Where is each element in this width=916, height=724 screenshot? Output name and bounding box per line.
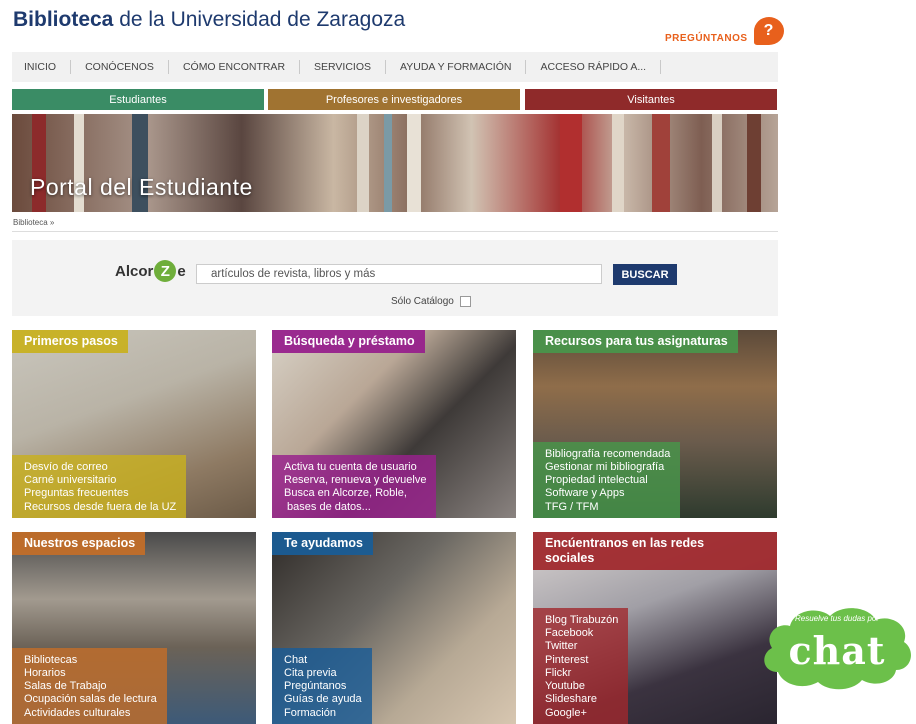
ask-label: PREGÚNTANOS — [665, 32, 748, 44]
card-title[interactable]: Nuestros espacios — [12, 532, 146, 555]
card-link[interactable]: Guías de ayuda — [284, 693, 362, 706]
card-title-line: sociales — [545, 551, 595, 565]
card-link[interactable]: Youtube — [545, 680, 618, 693]
card-link[interactable]: Google+ — [545, 707, 618, 720]
nav-item-conocenos[interactable]: CONÓCENOS — [71, 60, 169, 74]
tab-visitantes[interactable]: Visitantes — [525, 89, 777, 110]
search-input[interactable] — [196, 264, 602, 284]
card-links: Bibliografía recomendada Gestionar mi bi… — [533, 441, 681, 518]
card-link[interactable]: Chat — [284, 654, 362, 667]
banner-title: Portal del Estudiante — [30, 174, 253, 200]
solo-catalogo-label: Sólo Catálogo — [391, 296, 454, 307]
card-link[interactable]: Bibliografía recomendada — [545, 448, 670, 461]
card-primeros-pasos[interactable]: Primeros pasos Desvío de correo Carné un… — [12, 330, 256, 518]
card-link[interactable]: Reserva, renueva y devuelve — [284, 474, 426, 487]
card-link[interactable]: Ocupación salas de lectura — [24, 693, 157, 706]
card-title-line: Encúentranos en las redes — [545, 536, 705, 550]
card-link[interactable]: TFG / TFM — [545, 501, 670, 514]
site-title-bold: Biblioteca — [13, 8, 114, 31]
card-link[interactable]: Facebook — [545, 627, 618, 640]
card-title[interactable]: Búsqueda y préstamo — [272, 330, 425, 353]
card-link[interactable]: Flickr — [545, 667, 618, 680]
card-link[interactable]: bases de datos... — [284, 501, 426, 514]
card-link[interactable]: Formación — [284, 707, 362, 720]
card-title[interactable]: Te ayudamos — [272, 532, 373, 555]
card-link[interactable]: Horarios — [24, 667, 157, 680]
nav-item-servicios[interactable]: SERVICIOS — [300, 60, 387, 74]
card-nuestros-espacios[interactable]: Nuestros espacios Bibliotecas Horarios S… — [12, 532, 256, 724]
breadcrumb-divider — [12, 231, 778, 232]
card-recursos-asignaturas[interactable]: Recursos para tus asignaturas Bibliograf… — [533, 330, 777, 518]
card-link[interactable]: Carné universitario — [24, 474, 176, 487]
card-link[interactable]: Salas de Trabajo — [24, 680, 157, 693]
card-link[interactable]: Pregúntanos — [284, 680, 362, 693]
chat-subtitle: Resuelve tus dudas por — [794, 614, 880, 623]
alcorze-logo-e: e — [177, 262, 186, 280]
card-link[interactable]: Recursos desde fuera de la UZ — [24, 501, 176, 514]
card-link[interactable]: Busca en Alcorze, Roble, — [284, 487, 426, 500]
card-title[interactable]: Recursos para tus asignaturas — [533, 330, 738, 353]
alcorze-logo: Alcor Ze — [115, 260, 186, 282]
card-links: Blog Tirabuzón Facebook Twitter Pinteres… — [533, 607, 629, 724]
card-link[interactable]: Desvío de correo — [24, 461, 176, 474]
card-link[interactable]: Propiedad intelectual — [545, 474, 670, 487]
card-links: Bibliotecas Horarios Salas de Trabajo Oc… — [12, 647, 167, 724]
card-link[interactable]: Gestionar mi bibliografía — [545, 461, 670, 474]
nav-item-acceso-rapido[interactable]: ACCESO RÁPIDO A... — [526, 60, 662, 74]
card-links: Chat Cita previa Pregúntanos Guías de ay… — [272, 647, 372, 724]
solo-catalogo-option[interactable]: Sólo Catálogo — [391, 296, 471, 307]
card-links: Activa tu cuenta de usuario Reserva, ren… — [272, 454, 437, 518]
tab-estudiantes[interactable]: Estudiantes — [12, 89, 264, 110]
nav-item-como-encontrar[interactable]: CÓMO ENCONTRAR — [169, 60, 301, 74]
search-button[interactable]: BUSCAR — [613, 264, 677, 285]
nav-item-ayuda-formacion[interactable]: AYUDA Y FORMACIÓN — [386, 60, 527, 74]
alcorze-z-icon: Z — [154, 260, 177, 282]
chat-word: chat — [788, 628, 886, 673]
chat-widget[interactable]: Resuelve tus dudas por chat — [758, 602, 916, 694]
card-busqueda-prestamo[interactable]: Búsqueda y préstamo Activa tu cuenta de … — [272, 330, 516, 518]
solo-catalogo-checkbox[interactable] — [459, 296, 471, 307]
card-link[interactable]: Cita previa — [284, 667, 362, 680]
main-nav: INICIO CONÓCENOS CÓMO ENCONTRAR SERVICIO… — [12, 52, 778, 82]
card-link[interactable]: Bibliotecas — [24, 654, 157, 667]
card-link[interactable]: Preguntas frecuentes — [24, 487, 176, 500]
card-link[interactable]: Blog Tirabuzón — [545, 614, 618, 627]
card-title[interactable]: Primeros pasos — [12, 330, 128, 353]
card-links: Desvío de correo Carné universitario Pre… — [12, 454, 187, 518]
card-link[interactable]: Twitter — [545, 640, 618, 653]
card-link[interactable]: Slideshare — [545, 693, 618, 706]
tab-profesores[interactable]: Profesores e investigadores — [268, 89, 520, 110]
question-bubble-icon: ? — [753, 17, 784, 45]
ask-link[interactable]: PREGÚNTANOS ? — [665, 17, 784, 45]
site-title-rest: de la Universidad de Zaragoza — [113, 8, 406, 31]
card-redes-sociales[interactable]: Encúentranos en las redes sociales Blog … — [533, 532, 777, 724]
card-link[interactable]: Pinterest — [545, 654, 618, 667]
breadcrumb[interactable]: Biblioteca » — [13, 218, 54, 227]
card-title[interactable]: Encúentranos en las redes sociales — [533, 532, 777, 570]
site-title[interactable]: Biblioteca de la Universidad de Zaragoza — [13, 8, 405, 32]
card-link[interactable]: Software y Apps — [545, 487, 670, 500]
alcorze-logo-text: Alcor — [115, 262, 154, 280]
card-link[interactable]: Activa tu cuenta de usuario — [284, 461, 426, 474]
nav-item-inicio[interactable]: INICIO — [12, 60, 72, 74]
card-link[interactable]: Actividades culturales — [24, 707, 157, 720]
card-te-ayudamos[interactable]: Te ayudamos Chat Cita previa Pregúntanos… — [272, 532, 516, 724]
